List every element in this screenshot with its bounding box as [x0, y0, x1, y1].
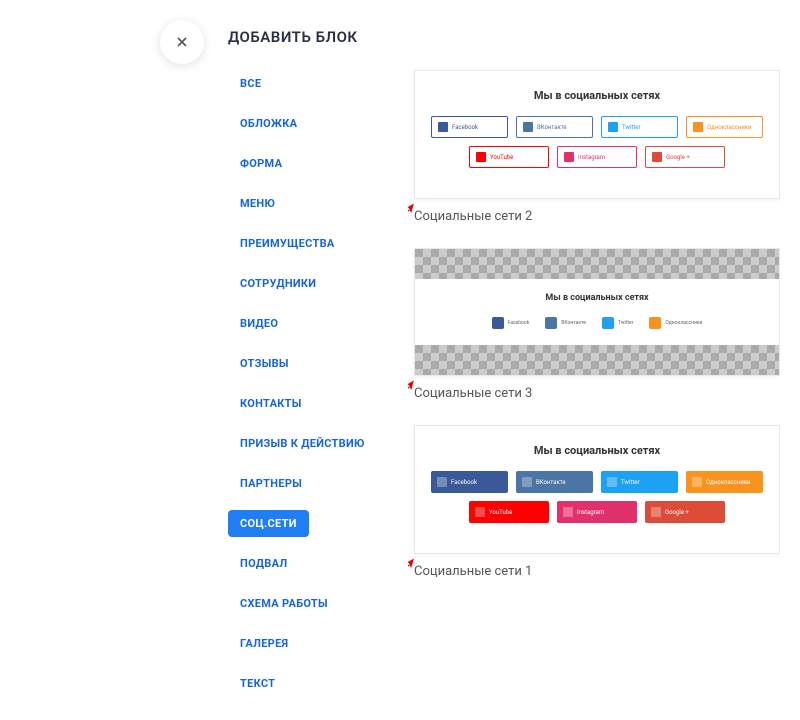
block-preview: Мы в социальных сетях Facebook ВКонтакте…: [414, 248, 780, 376]
sidebar-item-video[interactable]: ВИДЕО: [228, 310, 408, 337]
sidebar-item-menu[interactable]: МЕНЮ: [228, 190, 408, 217]
vk-icon: [545, 317, 557, 329]
sidebar-item-all[interactable]: ВСЕ: [228, 70, 408, 97]
preview-heading: Мы в социальных сетях: [431, 293, 763, 303]
facebook-icon: [437, 477, 447, 487]
sidebar-item-cta[interactable]: ПРИЗЫВ К ДЕЙСТВИЮ: [228, 430, 408, 457]
vk-icon: [523, 122, 533, 132]
sidebar-item-workflow[interactable]: СХЕМА РАБОТЫ: [228, 590, 408, 617]
ok-icon: [692, 477, 702, 487]
social-button-instagram: Instagram: [557, 146, 637, 168]
social-button-facebook: Facebook: [431, 471, 508, 493]
social-button-youtube: YouTube: [469, 146, 549, 168]
social-button-vk: ВКонтакте: [516, 471, 593, 493]
close-button[interactable]: [160, 20, 204, 64]
ok-icon: [693, 122, 703, 132]
social-button-vk: ВКонтакте: [516, 116, 593, 138]
block-templates-list: Мы в социальных сетях Facebook ВКонтакте…: [408, 70, 780, 720]
social-button-twitter: Twitter: [602, 317, 633, 329]
block-template-label: Социальные сети 1: [414, 564, 780, 579]
sidebar-item-partners[interactable]: ПАРТНЕРЫ: [228, 470, 408, 497]
sidebar-item-form[interactable]: ФОРМА: [228, 150, 408, 177]
googleplus-icon: [651, 507, 661, 517]
social-button-youtube: YouTube: [469, 501, 549, 523]
social-button-ok: Одноклассники: [686, 471, 763, 493]
vk-icon: [522, 477, 532, 487]
sidebar-item-cover[interactable]: ОБЛОЖКА: [228, 110, 408, 137]
arrow-icon: [408, 553, 418, 587]
facebook-icon: [438, 122, 448, 132]
twitter-icon: [608, 122, 618, 132]
sidebar-item-contacts[interactable]: КОНТАКТЫ: [228, 390, 408, 417]
facebook-icon: [492, 317, 504, 329]
social-button-ok: Одноклассники: [686, 116, 763, 138]
sidebar-item-gallery[interactable]: ГАЛЕРЕЯ: [228, 630, 408, 657]
social-button-googleplus: Google +: [645, 501, 725, 523]
block-template-label: Социальные сети 3: [414, 386, 780, 401]
sidebar-item-features[interactable]: ПРЕИМУЩЕСТВА: [228, 230, 408, 257]
sidebar-item-social[interactable]: СОЦ.СЕТИ: [228, 510, 309, 537]
social-button-facebook: Facebook: [492, 317, 530, 329]
youtube-icon: [475, 507, 485, 517]
arrow-icon: [408, 198, 418, 232]
social-button-ok: Одноклассники: [649, 317, 702, 329]
block-template-social-3[interactable]: Мы в социальных сетях Facebook ВКонтакте…: [414, 248, 780, 401]
block-preview: Мы в социальных сетях Facebook ВКонтакте…: [414, 425, 780, 554]
sidebar-item-team[interactable]: СОТРУДНИКИ: [228, 270, 408, 297]
ok-icon: [649, 317, 661, 329]
social-button-vk: ВКонтакте: [545, 317, 586, 329]
block-template-social-1[interactable]: Мы в социальных сетях Facebook ВКонтакте…: [414, 425, 780, 579]
category-sidebar: ВСЕ ОБЛОЖКА ФОРМА МЕНЮ ПРЕИМУЩЕСТВА СОТР…: [228, 70, 408, 720]
social-button-twitter: Twitter: [601, 471, 678, 493]
sidebar-item-reviews[interactable]: ОТЗЫВЫ: [228, 350, 408, 377]
instagram-icon: [564, 152, 574, 162]
block-template-social-2[interactable]: Мы в социальных сетях Facebook ВКонтакте…: [414, 70, 780, 224]
social-button-instagram: Instagram: [557, 501, 637, 523]
arrow-icon: [408, 375, 418, 409]
youtube-icon: [476, 152, 486, 162]
add-block-panel: ДОБАВИТЬ БЛОК ВСЕ ОБЛОЖКА ФОРМА МЕНЮ ПРЕ…: [200, 0, 800, 720]
block-template-label: Социальные сети 2: [414, 209, 780, 224]
sidebar-item-text[interactable]: ТЕКСТ: [228, 670, 408, 697]
block-preview: Мы в социальных сетях Facebook ВКонтакте…: [414, 70, 780, 199]
twitter-icon: [607, 477, 617, 487]
close-icon: [174, 34, 190, 50]
social-button-twitter: Twitter: [601, 116, 678, 138]
googleplus-icon: [652, 152, 662, 162]
twitter-icon: [602, 317, 614, 329]
social-button-googleplus: Google +: [645, 146, 725, 168]
instagram-icon: [563, 507, 573, 517]
panel-title: ДОБАВИТЬ БЛОК: [228, 28, 780, 46]
preview-heading: Мы в социальных сетях: [431, 444, 763, 457]
sidebar-item-footer[interactable]: ПОДВАЛ: [228, 550, 408, 577]
social-button-facebook: Facebook: [431, 116, 508, 138]
preview-heading: Мы в социальных сетях: [431, 89, 763, 102]
